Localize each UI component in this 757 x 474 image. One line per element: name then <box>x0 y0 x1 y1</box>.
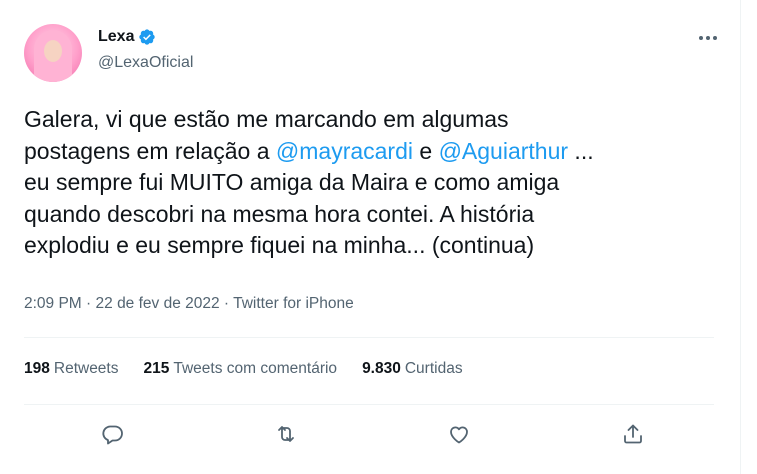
divider-top <box>24 337 714 338</box>
reply-button[interactable] <box>98 419 128 449</box>
tweet-meta: 2:09 PM · 22 de fev de 2022 · Twitter fo… <box>24 295 354 313</box>
tweet-text: Galera, vi que estão me marcando em algu… <box>24 104 714 262</box>
quotes-label: Tweets com comentário <box>173 360 338 377</box>
meta-separator: · <box>219 295 234 312</box>
likes-label: Curtidas <box>404 360 463 377</box>
more-options-icon <box>699 36 717 40</box>
verified-badge-icon <box>139 29 156 45</box>
reply-icon <box>102 425 123 445</box>
avatar[interactable] <box>24 24 82 82</box>
retweets-label: Retweets <box>53 360 119 377</box>
share-icon <box>624 424 642 444</box>
tweet-actions <box>24 419 714 449</box>
retweets-count: 198 <box>24 360 50 377</box>
more-options-button[interactable] <box>696 28 720 48</box>
share-button[interactable] <box>618 419 648 449</box>
mention-link-aguiarthur[interactable]: @Aguiarthur <box>439 138 568 164</box>
tweet-stats: 198 Retweets 215 Tweets com comentário 9.8… <box>24 360 488 378</box>
avatar-face <box>44 40 62 62</box>
like-button[interactable] <box>444 419 474 449</box>
likes-stat[interactable]: 9.830 Curtidas <box>362 360 463 378</box>
retweets-stat[interactable]: 198 Retweets <box>24 360 119 378</box>
tweet-card: Lexa @LexaOficial Galera, vi que estão m… <box>0 0 741 474</box>
divider-bottom <box>24 404 714 405</box>
author-name-row: Lexa <box>98 28 156 46</box>
retweet-icon <box>278 426 294 442</box>
tweet-source[interactable]: Twitter for iPhone <box>233 295 354 312</box>
tweet-date[interactable]: 22 de fev de 2022 <box>96 295 220 312</box>
tweet-time[interactable]: 2:09 PM <box>24 295 82 312</box>
like-icon <box>450 426 468 444</box>
retweet-button[interactable] <box>271 419 301 449</box>
likes-count: 9.830 <box>362 360 401 377</box>
mention-link-mayracardi[interactable]: @mayracardi <box>276 138 413 164</box>
meta-separator: · <box>81 295 96 312</box>
quotes-stat[interactable]: 215 Tweets com comentário <box>144 360 338 378</box>
author-name[interactable]: Lexa <box>98 28 134 46</box>
author-handle[interactable]: @LexaOficial <box>98 54 193 72</box>
quotes-count: 215 <box>143 360 170 377</box>
tweet-text-part: e <box>413 137 439 164</box>
